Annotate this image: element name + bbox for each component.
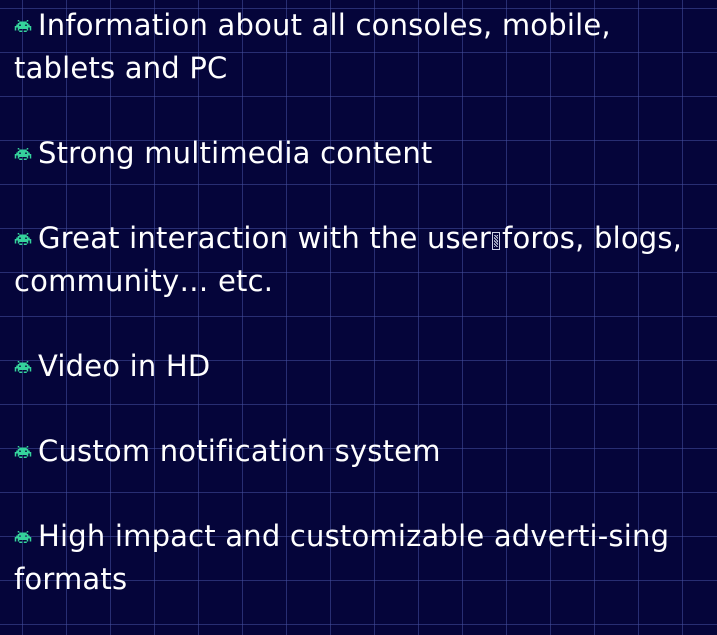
space-invader-icon xyxy=(14,531,32,543)
feature-item-interaction: Great interaction with the user foros, bl… xyxy=(14,217,714,303)
feature-text: High impact and customizable adverti-sin… xyxy=(14,519,670,596)
feature-item-advertising: High impact and customizable adverti-sin… xyxy=(14,515,714,601)
space-invader-icon xyxy=(14,148,32,160)
features-list: Information about all consoles, mobile, … xyxy=(14,4,714,601)
space-invader-icon xyxy=(14,446,32,458)
space-invader-icon xyxy=(14,361,32,373)
feature-text: Video in HD xyxy=(38,349,211,383)
feature-text: Information about all consoles, mobile, … xyxy=(14,8,611,85)
feature-item-consoles: Information about all consoles, mobile, … xyxy=(14,4,714,90)
feature-item-notifications: Custom notification system xyxy=(14,430,714,473)
feature-item-video: Video in HD xyxy=(14,345,714,388)
missing-glyph-icon xyxy=(492,232,501,250)
feature-text: Strong multimedia content xyxy=(38,136,433,170)
feature-text: Great interaction with the user xyxy=(38,221,492,255)
space-invader-icon xyxy=(14,233,32,245)
feature-item-multimedia: Strong multimedia content xyxy=(14,132,714,175)
feature-text: Custom notification system xyxy=(38,434,441,468)
space-invader-icon xyxy=(14,20,32,32)
